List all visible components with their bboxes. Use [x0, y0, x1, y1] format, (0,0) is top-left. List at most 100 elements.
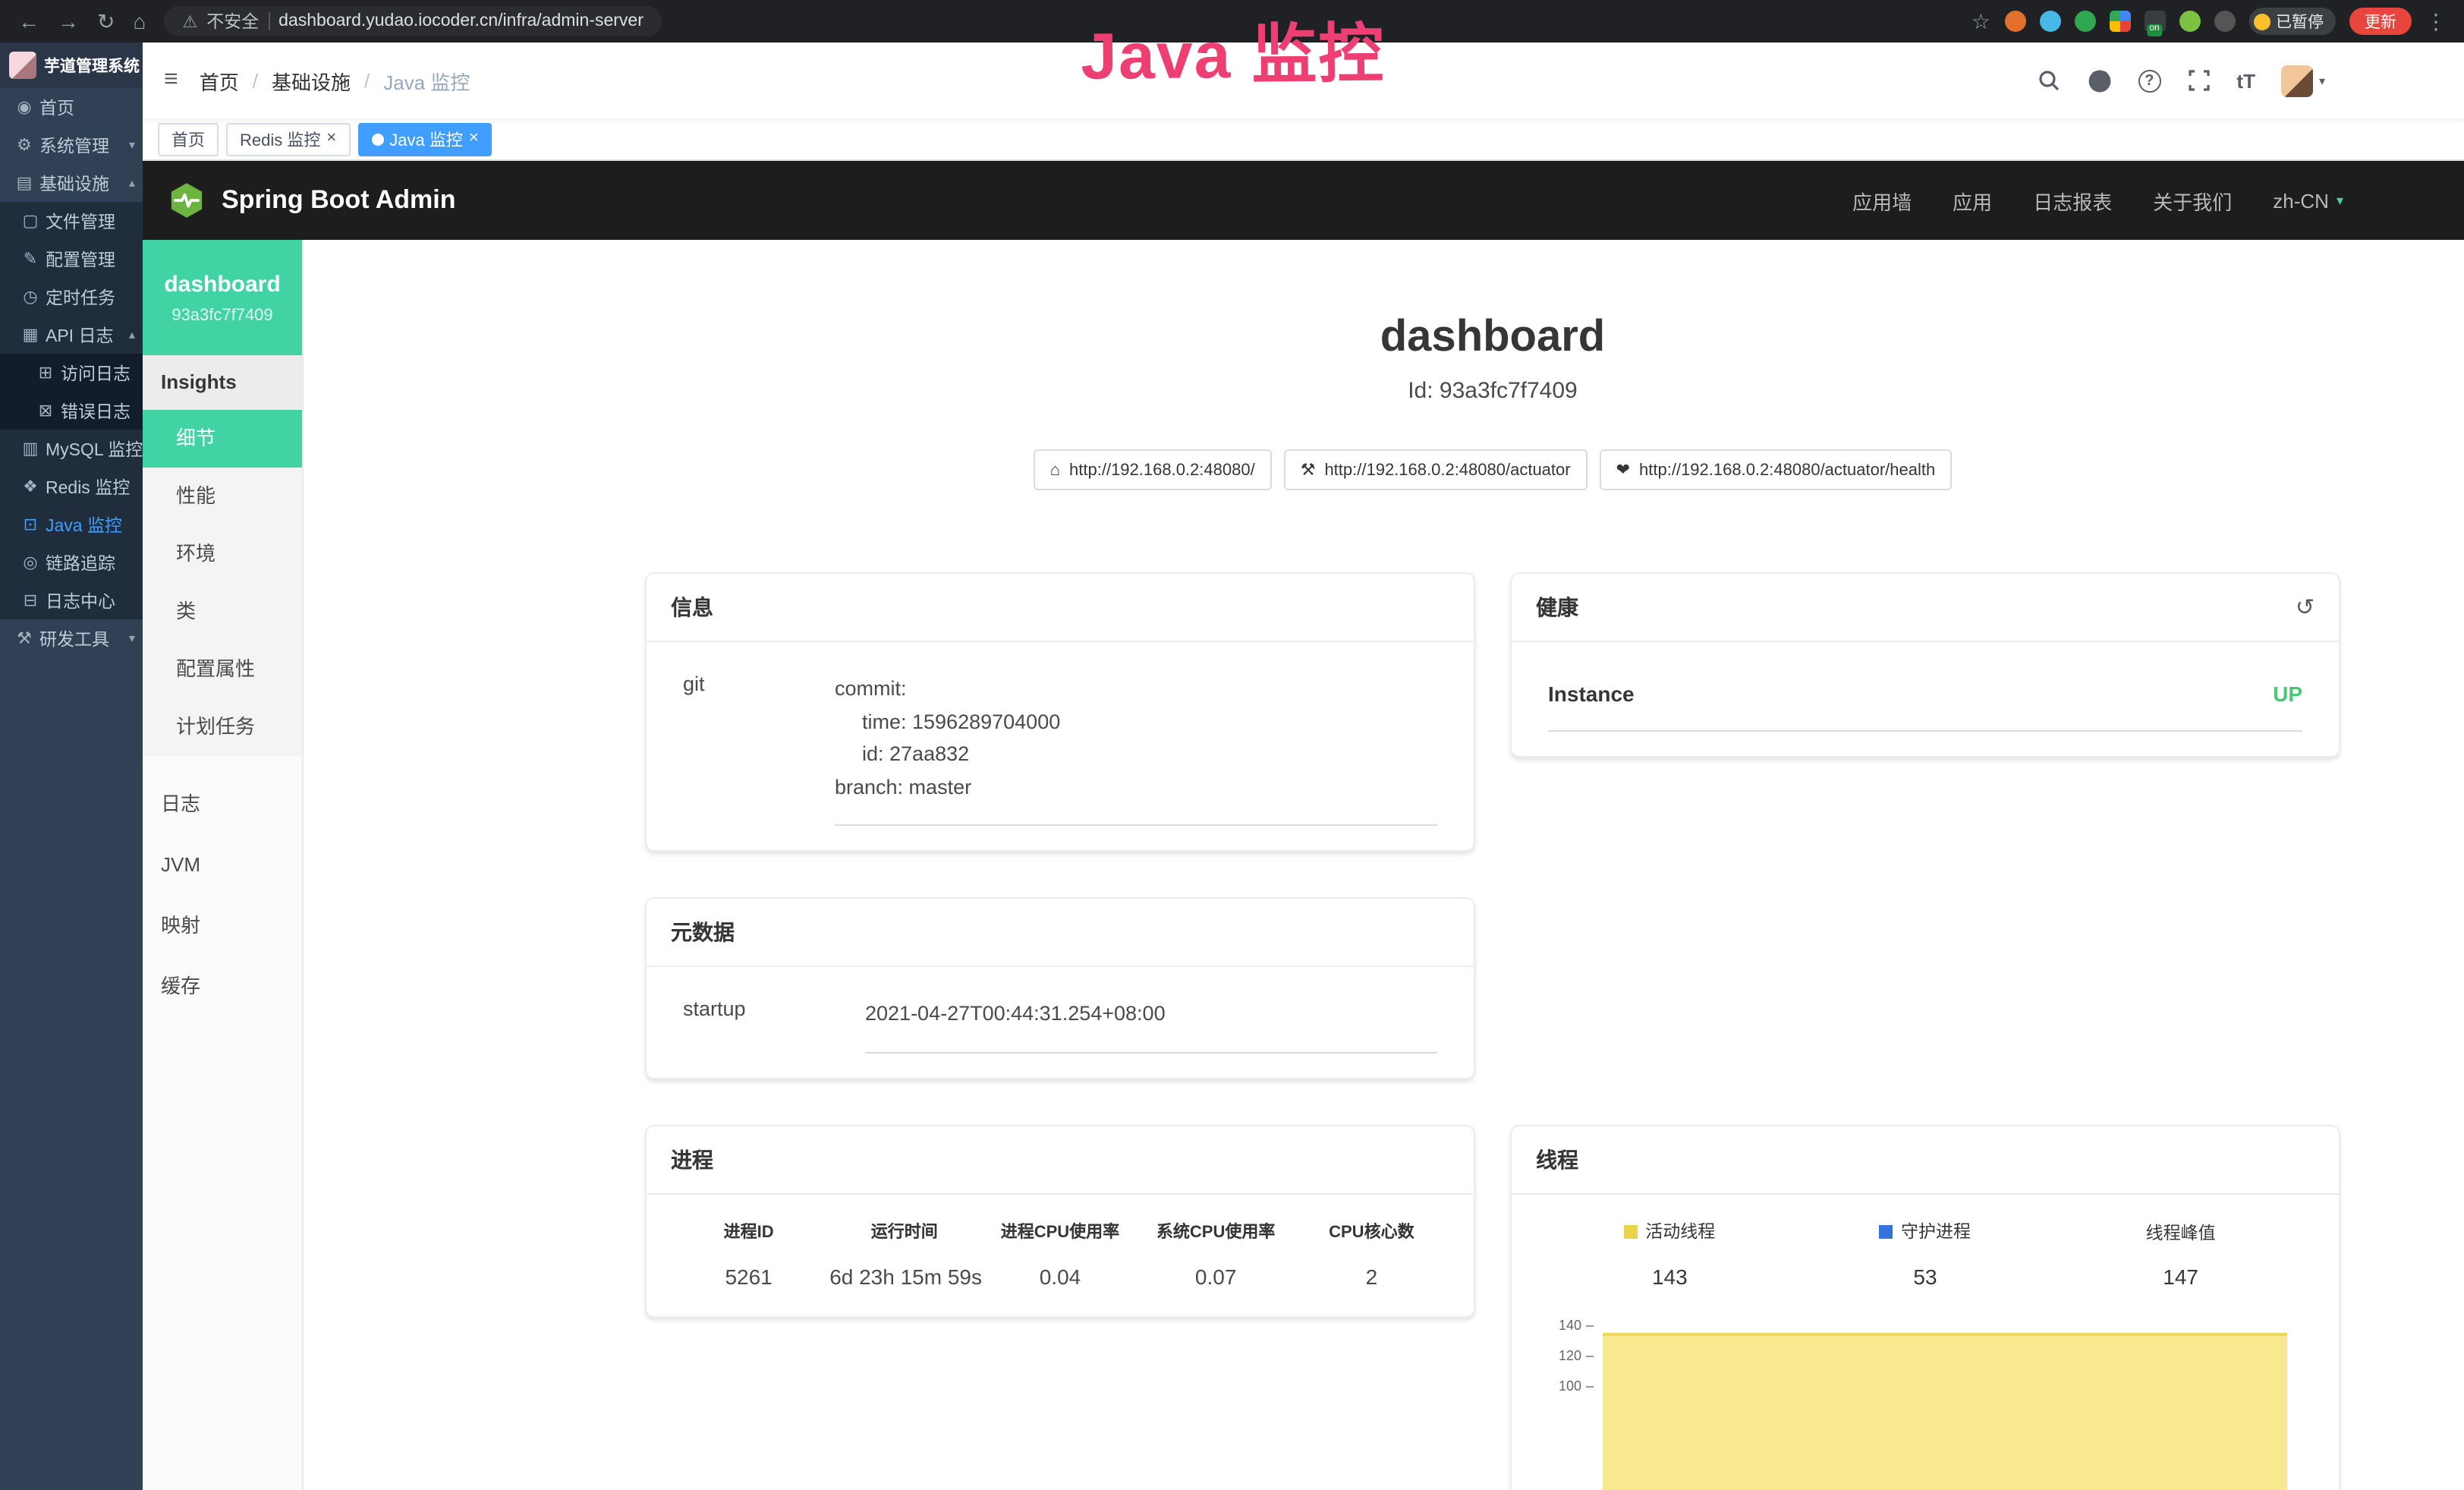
heart-icon: ❤: [1616, 460, 1630, 480]
sidebar-item-redis-monitor[interactable]: ❖ Redis 监控: [0, 468, 143, 506]
card-title: 信息: [671, 592, 713, 622]
log-center-icon: ⊟: [21, 591, 39, 610]
history-icon[interactable]: ↺: [2296, 594, 2315, 621]
address-bar[interactable]: ⚠ 不安全 dashboard.yudao.iocoder.cn/infra/a…: [164, 6, 662, 36]
menu-group-insights[interactable]: Insights: [143, 355, 302, 410]
sidebar-item-system-management[interactable]: ⚙ 系统管理 ▾: [0, 126, 143, 164]
card-title: 健康: [1536, 592, 1578, 622]
tags-view: 首页 Redis 监控 × Java 监控 ×: [143, 118, 2464, 161]
menu-item-jvm[interactable]: JVM: [143, 835, 302, 896]
menu-item-environment[interactable]: 环境: [143, 525, 302, 583]
browser-home-icon[interactable]: ⌂: [133, 11, 146, 32]
extension-icon-4[interactable]: [2109, 11, 2130, 32]
nav-applications[interactable]: 应用: [1953, 186, 1992, 215]
sidebar-item-mysql-monitor[interactable]: ▥ MySQL 监控: [0, 430, 143, 468]
close-icon[interactable]: ×: [326, 131, 336, 147]
menu-fold-icon[interactable]: ≡: [164, 67, 178, 94]
git-time-line: time: 1596289704000: [835, 705, 1437, 738]
instance-header[interactable]: dashboard 93a3fc7f7409: [143, 240, 302, 355]
menu-item-config-properties[interactable]: 配置属性: [143, 641, 302, 698]
user-menu[interactable]: ▾: [2281, 65, 2325, 96]
sidebar-item-label: Java 监控: [46, 512, 122, 537]
extension-icon-3[interactable]: [2074, 11, 2095, 32]
browser-menu-icon[interactable]: ⋮: [2425, 11, 2447, 32]
sidebar-item-infrastructure[interactable]: ▤ 基础设施 ▴: [0, 164, 143, 202]
menu-item-mappings[interactable]: 映射: [143, 896, 302, 956]
fullscreen-icon[interactable]: [2186, 68, 2211, 93]
sidebar-item-config-management[interactable]: ✎ 配置管理: [0, 240, 143, 278]
tab-home[interactable]: 首页: [158, 122, 219, 156]
tab-redis-monitor[interactable]: Redis 监控 ×: [226, 122, 350, 156]
menu-item-classes[interactable]: 类: [143, 583, 302, 641]
menu-item-performance[interactable]: 性能: [143, 468, 302, 525]
back-icon[interactable]: ←: [18, 11, 39, 32]
url-text: dashboard.yudao.iocoder.cn/infra/admin-s…: [278, 12, 644, 30]
sidebar-item-dev-tools[interactable]: ⚒ 研发工具 ▾: [0, 619, 143, 657]
menu-item-details[interactable]: 细节: [143, 410, 302, 468]
update-button[interactable]: 更新: [2349, 8, 2412, 35]
col-header: 进程CPU使用率: [982, 1210, 1138, 1252]
tab-label: 首页: [172, 127, 205, 151]
extension-icon-5[interactable]: on: [2144, 11, 2165, 32]
breadcrumb-infrastructure[interactable]: 基础设施: [272, 66, 351, 95]
tab-java-monitor[interactable]: Java 监控 ×: [357, 122, 492, 156]
sba-brand[interactable]: Spring Boot Admin: [167, 181, 456, 220]
sidebar-item-api-logs[interactable]: ▦ API 日志 ▴: [0, 316, 143, 354]
database-icon: ▥: [21, 439, 39, 458]
daemon-threads-swatch: [1880, 1225, 1893, 1239]
sidebar-item-access-logs[interactable]: ⊞ 访问日志: [0, 354, 143, 392]
locale-selector[interactable]: zh-CN ▾: [2273, 189, 2343, 212]
actuator-url-link[interactable]: ⚒ http://192.168.0.2:48080/actuator: [1284, 449, 1588, 490]
reload-icon[interactable]: ↻: [97, 11, 115, 32]
menu-item-scheduled-tasks[interactable]: 计划任务: [143, 698, 302, 756]
spring-boot-admin-logo: [167, 181, 206, 220]
git-id-line: id: 27aa832: [835, 738, 1437, 770]
extension-icon-2[interactable]: [2039, 11, 2060, 32]
breadcrumb-separator: /: [364, 69, 370, 92]
sidebar-item-scheduled-jobs[interactable]: ◷ 定时任务: [0, 278, 143, 316]
bookmark-star-icon[interactable]: ☆: [1972, 11, 1990, 32]
chevron-down-icon: ▾: [129, 632, 135, 645]
trace-icon: ◎: [21, 553, 39, 572]
breadcrumb-home[interactable]: 首页: [200, 66, 239, 95]
sidebar-item-label: 首页: [39, 95, 74, 119]
address-divider: [268, 12, 269, 30]
service-url-link[interactable]: ⌂ http://192.168.0.2:48080/: [1034, 449, 1272, 490]
card-title: 线程: [1536, 1145, 1578, 1175]
menu-item-logs[interactable]: 日志: [143, 774, 302, 835]
github-icon[interactable]: [2086, 68, 2112, 93]
threads-card: 线程 活动线程 143: [1510, 1125, 2340, 1490]
col-header: 进程ID: [671, 1210, 826, 1252]
sidebar-item-tracing[interactable]: ◎ 链路追踪: [0, 543, 143, 581]
col-value: 5261: [671, 1252, 826, 1295]
infrastructure-icon: ▤: [15, 173, 33, 193]
sidebar-item-java-monitor[interactable]: ⊡ Java 监控: [0, 506, 143, 543]
extension-icon-6[interactable]: [2179, 11, 2200, 32]
sidebar-item-file-management[interactable]: ▢ 文件管理: [0, 202, 143, 240]
search-icon[interactable]: [2036, 68, 2060, 93]
sidebar-item-log-center[interactable]: ⊟ 日志中心: [0, 581, 143, 619]
sidebar-item-error-logs[interactable]: ⊠ 错误日志: [0, 392, 143, 430]
forward-icon[interactable]: →: [58, 11, 79, 32]
nav-journal[interactable]: 日志报表: [2033, 186, 2112, 215]
extension-icon-7[interactable]: [2214, 11, 2235, 32]
sidebar-item-home[interactable]: ◉ 首页: [0, 88, 143, 126]
sidebar-item-label: 错误日志: [61, 398, 131, 423]
sidebar-item-label: 研发工具: [39, 626, 109, 650]
extension-icon-1[interactable]: [2004, 11, 2025, 32]
sba-content: dashboard Id: 93a3fc7f7409 ⌂ http://192.…: [304, 240, 2464, 1490]
menu-item-caches[interactable]: 缓存: [143, 956, 302, 1017]
nav-about[interactable]: 关于我们: [2153, 186, 2232, 215]
health-row: Instance UP: [1548, 666, 2302, 732]
font-size-icon[interactable]: tT: [2236, 69, 2255, 92]
close-icon[interactable]: ×: [469, 131, 479, 147]
tick-mark: [1586, 1356, 1594, 1357]
avatar: [2281, 65, 2313, 96]
info-key: git: [683, 673, 835, 827]
app-logo[interactable]: 芋道管理系统: [0, 43, 143, 88]
browser-toolbar: ← → ↻ ⌂ ⚠ 不安全 dashboard.yudao.iocoder.cn…: [0, 0, 2464, 43]
health-url-link[interactable]: ❤ http://192.168.0.2:48080/actuator/heal…: [1600, 449, 1953, 490]
nav-wallboard[interactable]: 应用墙: [1852, 186, 1912, 215]
paused-extension-chip[interactable]: 已暂停: [2248, 8, 2336, 35]
help-icon[interactable]: ?: [2138, 69, 2160, 92]
